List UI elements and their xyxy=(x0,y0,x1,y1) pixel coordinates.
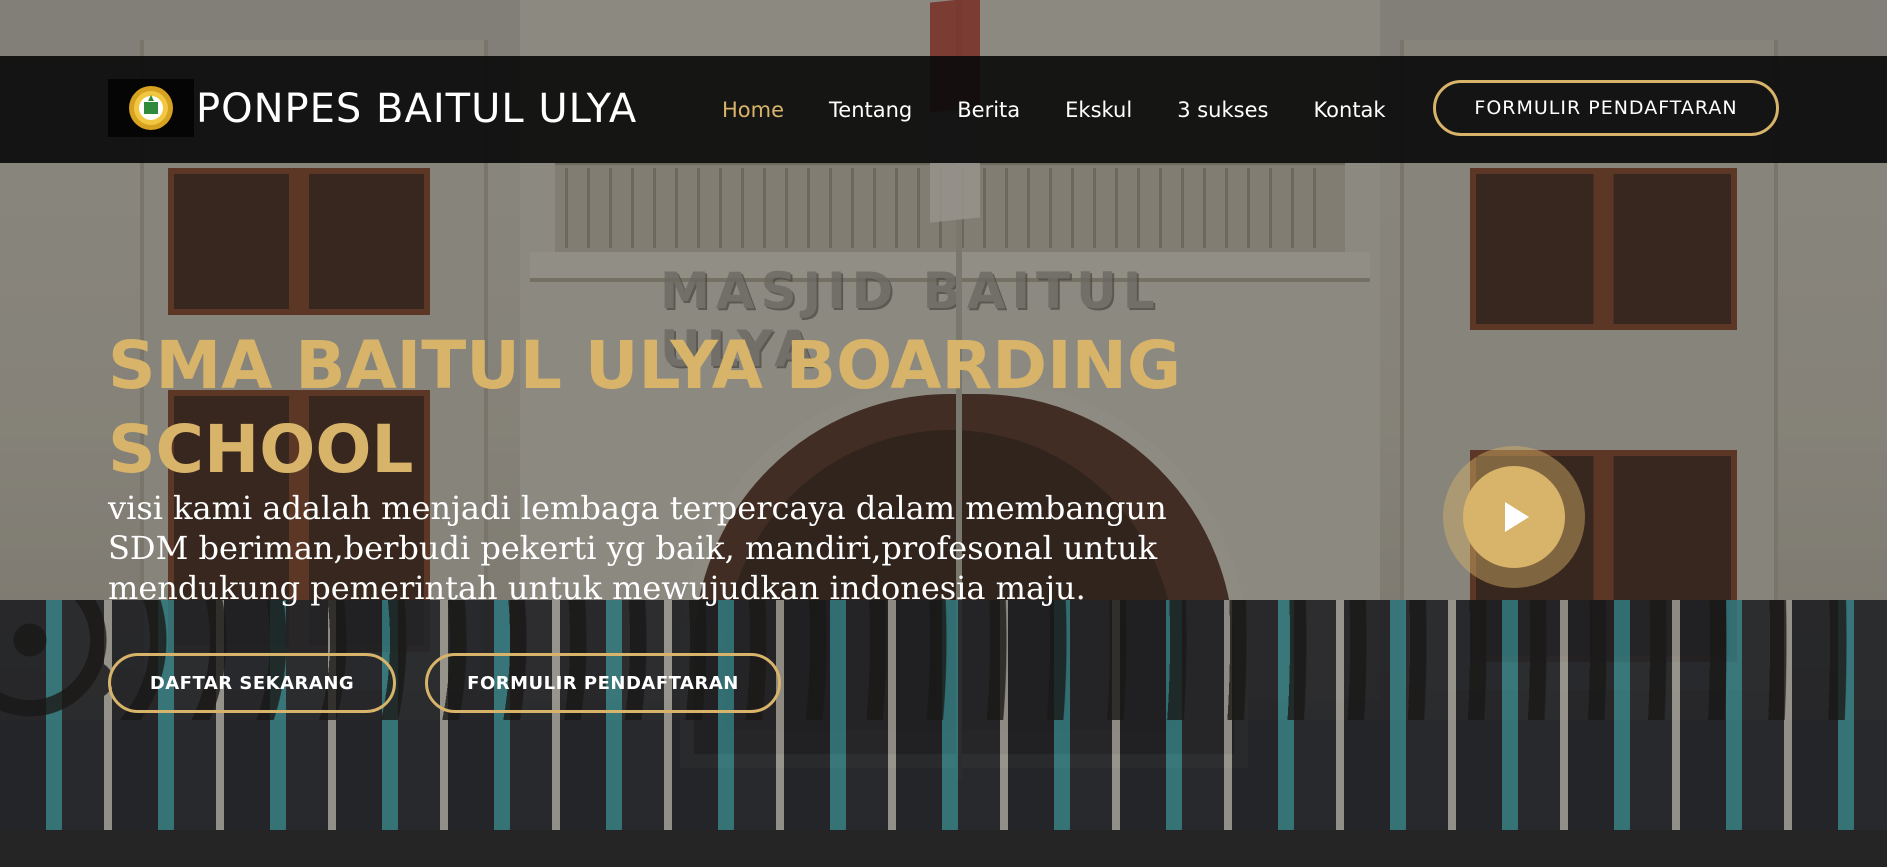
nav-ekskul[interactable]: Ekskul xyxy=(1065,98,1132,122)
play-button-circle[interactable] xyxy=(1463,466,1565,568)
nav-tentang[interactable]: Tentang xyxy=(829,98,912,122)
register-now-button[interactable]: DAFTAR SEKARANG xyxy=(108,653,396,713)
nav-home[interactable]: Home xyxy=(722,98,784,122)
play-video-button[interactable] xyxy=(1443,446,1585,588)
nav-berita[interactable]: Berita xyxy=(957,98,1020,122)
main-nav: Home Tentang Berita Ekskul 3 sukses Kont… xyxy=(722,56,1431,163)
hero-title: SMA BAITUL ULYA BOARDING SCHOOL xyxy=(108,327,1182,488)
nav-3-sukses[interactable]: 3 sukses xyxy=(1177,98,1268,122)
logo[interactable] xyxy=(108,79,194,137)
registration-form-button[interactable]: FORMULIR PENDAFTARAN xyxy=(1433,80,1779,136)
hero-section: MASJID BAITUL ULYA PONPES BAITUL ULYA Ho… xyxy=(0,0,1887,867)
hero-registration-form-button[interactable]: FORMULIR PENDAFTARAN xyxy=(425,653,781,713)
brand-name[interactable]: PONPES BAITUL ULYA xyxy=(196,81,637,137)
nav-kontak[interactable]: Kontak xyxy=(1313,98,1385,122)
hero-subtitle: visi kami adalah menjadi lembaga terperc… xyxy=(108,489,1167,607)
play-icon xyxy=(1505,502,1529,532)
school-seal-icon xyxy=(129,86,173,130)
top-navbar: PONPES BAITUL ULYA Home Tentang Berita E… xyxy=(0,56,1887,163)
